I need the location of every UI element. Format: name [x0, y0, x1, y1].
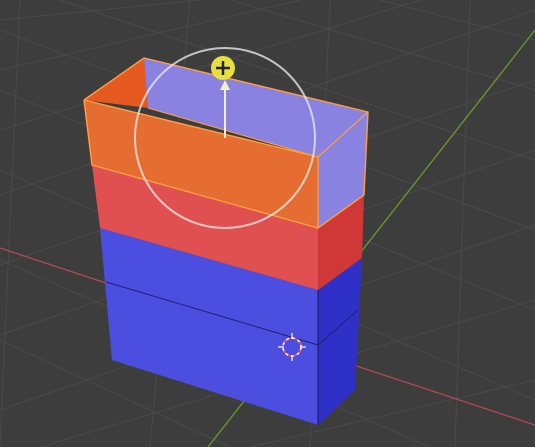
- viewport-scene[interactable]: [0, 0, 535, 447]
- 3d-viewport[interactable]: [0, 0, 535, 447]
